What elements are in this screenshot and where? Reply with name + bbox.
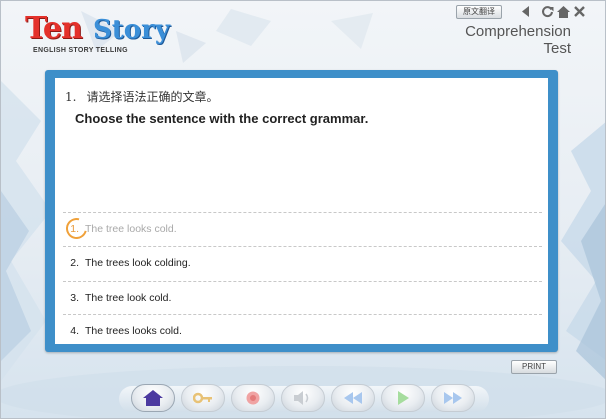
instruction-cn-text: 请选择语法正确的文章。 <box>86 90 219 104</box>
question-instruction-cn: 1. 请选择语法正确的文章。 <box>65 88 218 105</box>
answer-option-1[interactable]: 1. The tree looks cold. <box>62 212 542 245</box>
fast-forward-icon <box>444 392 462 404</box>
rewind-button[interactable] <box>331 384 375 412</box>
rewind-icon <box>344 392 362 404</box>
home-button[interactable] <box>131 384 175 412</box>
option-text: The trees looks cold. <box>85 325 182 337</box>
title-line-2: Test <box>543 40 571 57</box>
play-button[interactable] <box>381 384 425 412</box>
question-card: 1. 请选择语法正确的文章。 Choose the sentence with t… <box>55 78 548 344</box>
speaker-icon[interactable] <box>519 5 532 18</box>
question-number: 1. <box>65 90 77 104</box>
question-instruction-en: Choose the sentence with the correct gra… <box>75 111 369 126</box>
print-button[interactable]: PRINT <box>511 360 557 374</box>
fast-forward-button[interactable] <box>431 384 475 412</box>
option-text: The tree looks cold. <box>85 223 177 235</box>
option-text: The trees look colding. <box>85 257 191 269</box>
option-number: 2. <box>70 257 79 269</box>
refresh-icon[interactable] <box>541 5 554 18</box>
close-icon[interactable] <box>573 5 586 18</box>
play-icon <box>398 391 409 405</box>
record-icon <box>246 391 260 405</box>
volume-icon <box>294 391 309 405</box>
ten-story-logo: Ten Story ENGLISH STORY TELLING <box>25 11 170 55</box>
home-icon[interactable] <box>557 5 570 18</box>
home-icon <box>143 390 163 406</box>
option-number: 3. <box>70 292 79 304</box>
answer-option-2[interactable]: 2. The trees look colding. <box>63 246 542 279</box>
key-icon <box>193 392 212 404</box>
question-card-frame: 1. 请选择语法正确的文章。 Choose the sentence with t… <box>45 70 558 352</box>
volume-button[interactable] <box>281 384 325 412</box>
section-title: Comprehension Test <box>465 23 571 57</box>
answer-option-3[interactable]: 3. The tree look cold. <box>63 281 542 314</box>
selected-ring-icon <box>62 214 91 243</box>
key-button[interactable] <box>181 384 225 412</box>
app-window: Ten Story ENGLISH STORY TELLING 原文翻译 Com… <box>0 0 606 419</box>
option-number: 4. <box>70 325 79 337</box>
translate-button[interactable]: 原文翻译 <box>456 5 502 19</box>
record-button[interactable] <box>231 384 275 412</box>
answer-option-4[interactable]: 4. The trees looks cold. <box>63 314 542 347</box>
logo-ten: Ten <box>25 11 83 46</box>
title-line-1: Comprehension <box>465 23 571 40</box>
logo-tagline: ENGLISH STORY TELLING <box>33 47 128 54</box>
logo-story: Story <box>93 15 170 45</box>
option-text: The tree look cold. <box>85 292 172 304</box>
